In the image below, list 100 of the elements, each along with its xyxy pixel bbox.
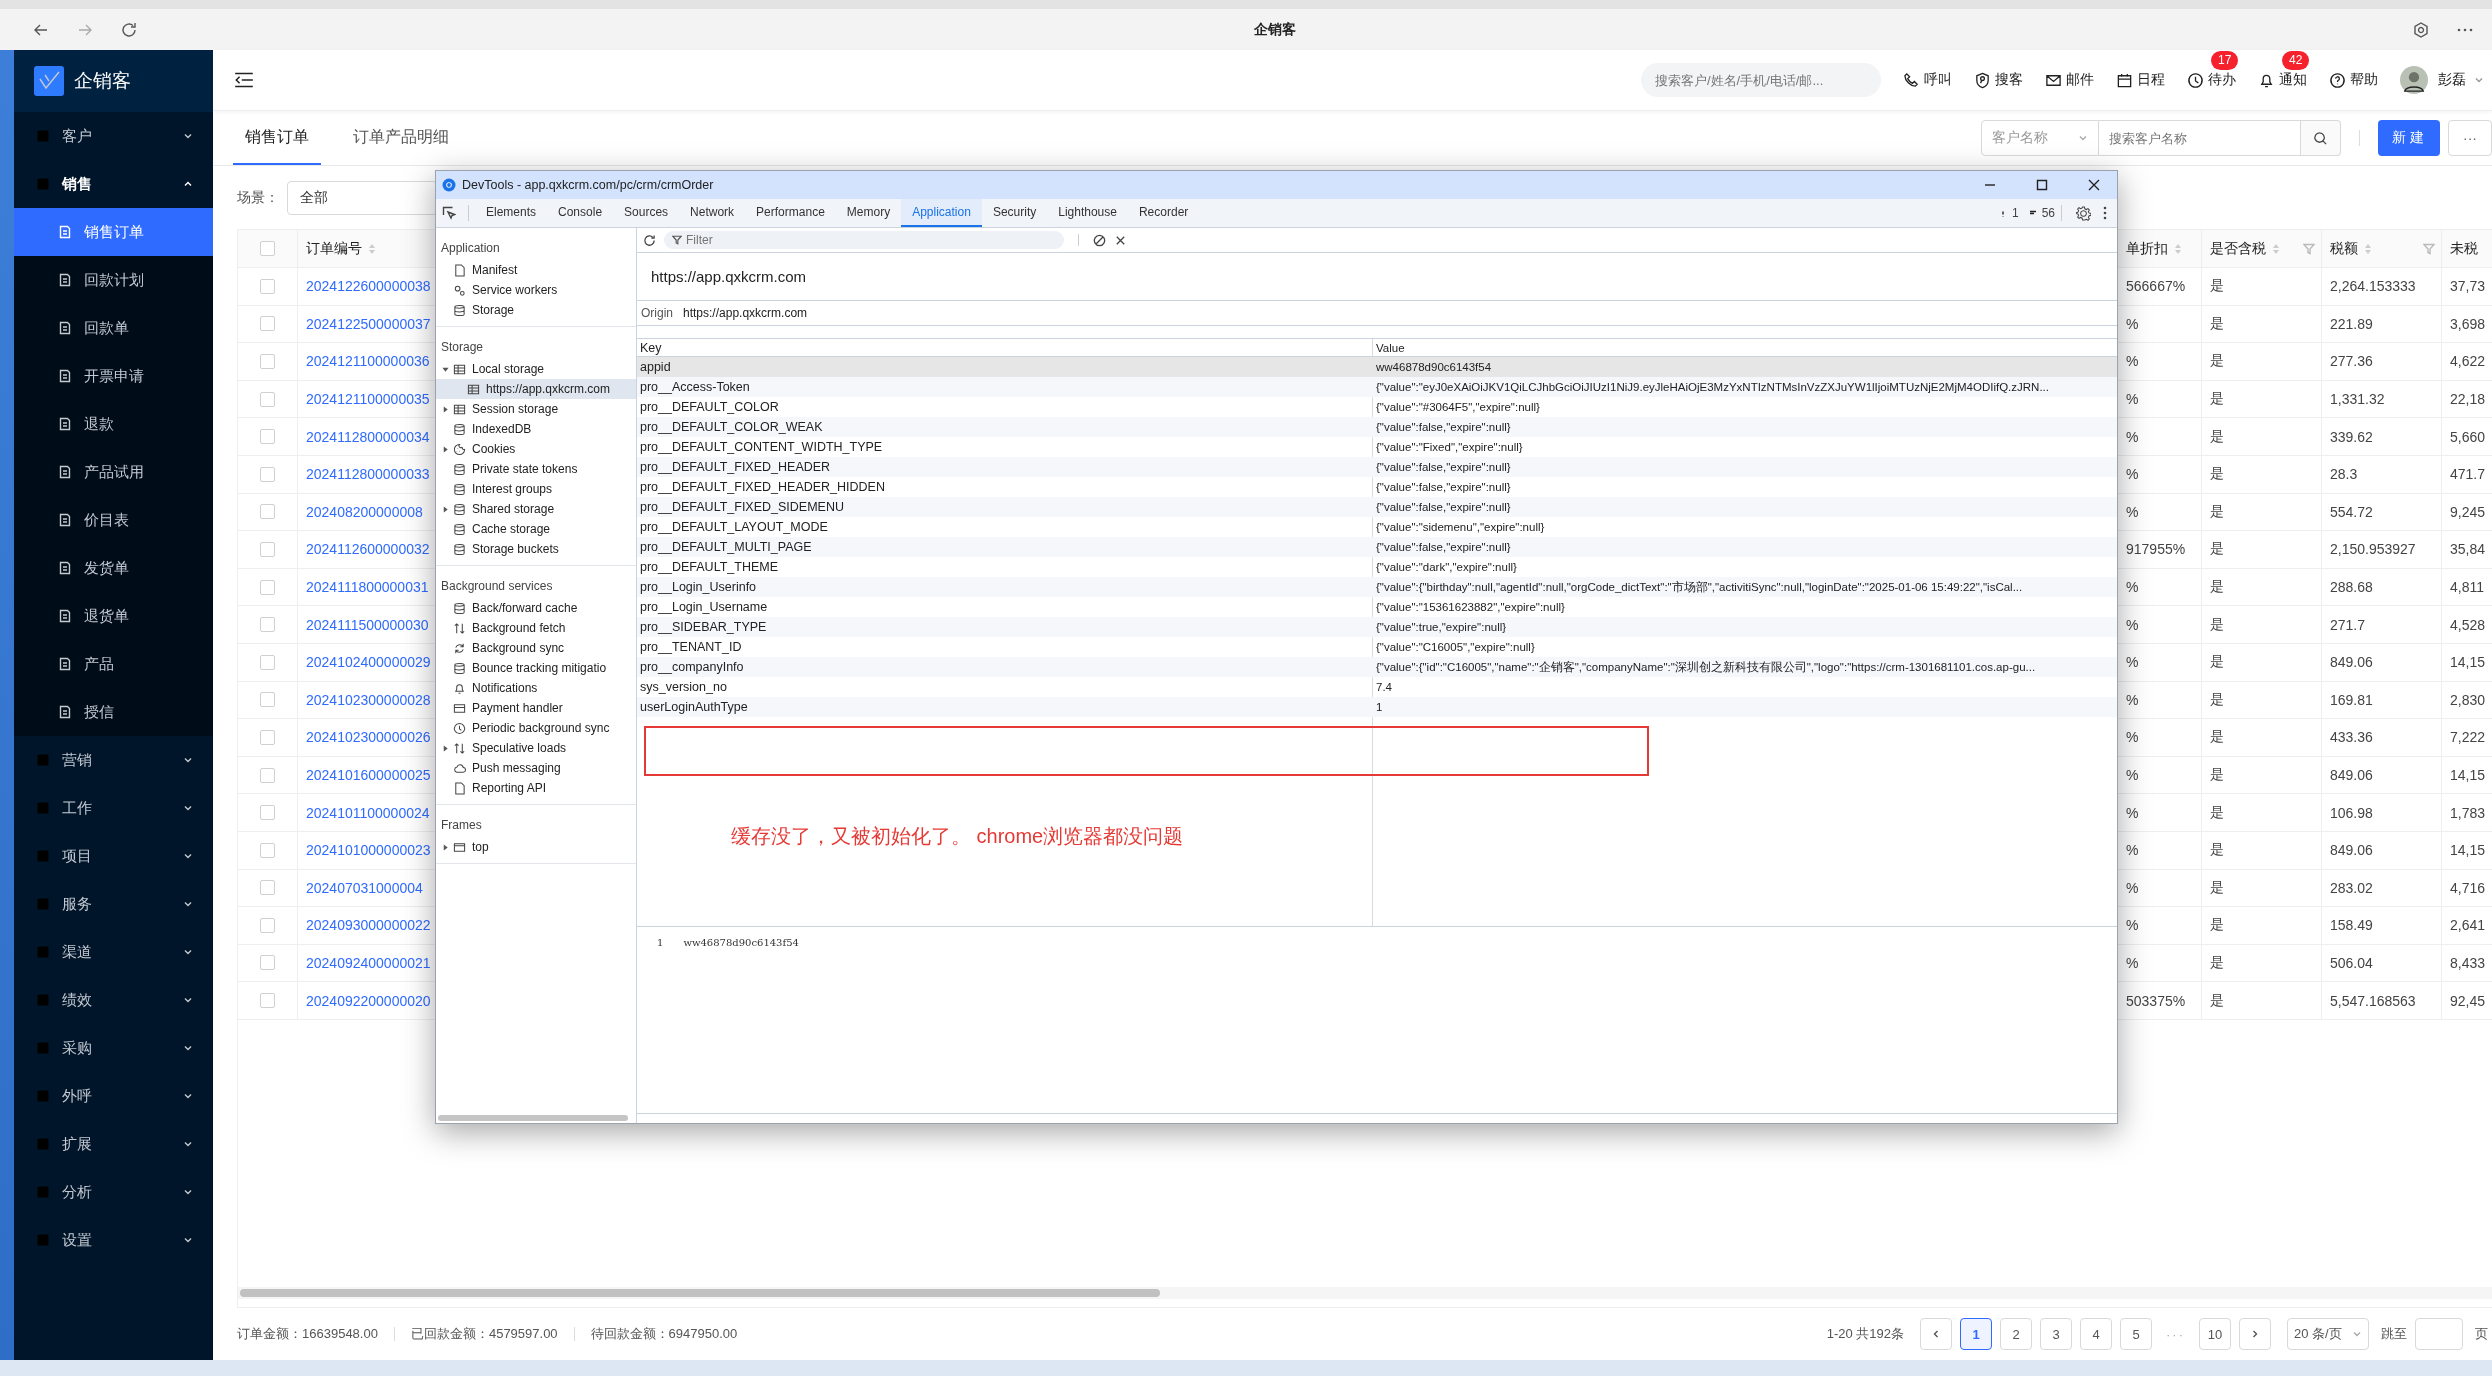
- storage-row[interactable]: appid ww46878d90c6143f54: [637, 357, 2117, 377]
- page-button[interactable]: 1: [1960, 1318, 1992, 1350]
- storage-row[interactable]: pro__Login_Userinfo {"value":{"birthday":null,"agentId":null,"orgCode_dictText":"市场部","activitiSync":null,"loginDate":"2025-01-06 15:49:22","isCal...: [637, 577, 2117, 597]
- reload-icon[interactable]: [120, 20, 138, 39]
- tab[interactable]: 订单产品明细: [341, 111, 461, 165]
- row-checkbox[interactable]: [260, 316, 275, 332]
- search-field[interactable]: 搜索客户名称: [2099, 120, 2301, 156]
- submenu-item[interactable]: 开票申请: [14, 352, 213, 400]
- row-checkbox[interactable]: [260, 955, 275, 971]
- tree-item[interactable]: Storage: [436, 300, 636, 320]
- storage-row[interactable]: pro__Login_Username {"value":"15361623882","expire":null}: [637, 597, 2117, 617]
- row-checkbox[interactable]: [260, 391, 275, 407]
- tree-item[interactable]: Notifications: [436, 678, 636, 698]
- storage-row[interactable]: pro__DEFAULT_FIXED_SIDEMENU {"value":false,"expire":null}: [637, 497, 2117, 517]
- storage-row[interactable]: pro__TENANT_ID {"value":"C16005","expire":null}: [637, 637, 2117, 657]
- storage-row[interactable]: pro__DEFAULT_COLOR {"value":"#3064F5","expire":null}: [637, 397, 2117, 417]
- order-link[interactable]: 2024101100000024: [306, 804, 430, 821]
- page-button[interactable]: 4: [2080, 1318, 2112, 1350]
- tree-item[interactable]: Storage buckets: [436, 539, 636, 559]
- storage-row[interactable]: sys_version_no 7.4: [637, 677, 2117, 697]
- avatar-icon[interactable]: [2400, 66, 2428, 94]
- expand-arrow-icon[interactable]: [442, 365, 449, 373]
- toolbar-button[interactable]: 邮件: [2045, 71, 2094, 89]
- tree-item[interactable]: https://app.qxkcrm.com: [436, 379, 636, 399]
- menu-item[interactable]: 扩展: [14, 1120, 213, 1168]
- search-field[interactable]: 搜索客户/姓名/手机/电话/邮...: [1641, 63, 1881, 97]
- row-checkbox[interactable]: [260, 579, 275, 595]
- storage-row[interactable]: pro__DEFAULT_CONTENT_WIDTH_TYPE {"value":"Fixed","expire":null}: [637, 437, 2117, 457]
- tree-item[interactable]: Background fetch: [436, 618, 636, 638]
- toolbar-button[interactable]: 搜客: [1974, 71, 2023, 89]
- submenu-item[interactable]: 产品: [14, 640, 213, 688]
- panel-tab[interactable]: Performance: [745, 199, 836, 227]
- panel-tab[interactable]: Console: [547, 199, 614, 227]
- menu-item[interactable]: 工作: [14, 784, 213, 832]
- order-link[interactable]: 202408200000008: [306, 503, 423, 520]
- order-link[interactable]: 2024122500000037: [306, 315, 431, 332]
- tree-item[interactable]: IndexedDB: [436, 419, 636, 439]
- submenu-item[interactable]: 授信: [14, 688, 213, 736]
- menu-item[interactable]: 分析: [14, 1168, 213, 1216]
- tree-item[interactable]: Private state tokens: [436, 459, 636, 479]
- row-checkbox[interactable]: [260, 993, 275, 1009]
- toolbar-button[interactable]: 帮助: [2329, 71, 2378, 89]
- tree-item[interactable]: Cache storage: [436, 519, 636, 539]
- page-jump-field[interactable]: [2415, 1318, 2463, 1350]
- page-button[interactable]: 5: [2120, 1318, 2152, 1350]
- submenu-item[interactable]: 销售订单: [14, 208, 213, 256]
- column-header[interactable]: 订单编号: [298, 230, 436, 268]
- order-link[interactable]: 2024112600000032: [306, 541, 430, 558]
- tree-item[interactable]: Payment handler: [436, 698, 636, 718]
- order-link[interactable]: 2024102300000026: [306, 729, 431, 746]
- menu-item[interactable]: 渠道: [14, 928, 213, 976]
- storage-row[interactable]: pro__DEFAULT_FIXED_HEADER_HIDDEN {"value":false,"expire":null}: [637, 477, 2117, 497]
- order-link[interactable]: 2024092400000021: [306, 955, 431, 971]
- row-checkbox[interactable]: [260, 880, 275, 896]
- menu-item[interactable]: 采购: [14, 1024, 213, 1072]
- column-header[interactable]: 税额: [2322, 230, 2442, 268]
- row-checkbox[interactable]: [260, 278, 275, 294]
- order-link[interactable]: 202407031000004: [306, 879, 423, 896]
- panel-tab[interactable]: Recorder: [1127, 199, 1200, 227]
- page-button[interactable]: 10: [2199, 1318, 2231, 1350]
- column-header[interactable]: 未税: [2442, 230, 2492, 268]
- panel-tab[interactable]: Sources: [613, 199, 680, 227]
- row-checkbox[interactable]: [260, 654, 275, 670]
- storage-row[interactable]: pro__SIDEBAR_TYPE {"value":true,"expire":null}: [637, 617, 2117, 637]
- storage-row[interactable]: pro__DEFAULT_COLOR_WEAK {"value":false,"expire":null}: [637, 417, 2117, 437]
- submenu-item[interactable]: 退款: [14, 400, 213, 448]
- menu-item[interactable]: 项目: [14, 832, 213, 880]
- column-header[interactable]: 单折扣: [2118, 230, 2202, 268]
- toolbar-button[interactable]: 日程: [2116, 71, 2165, 89]
- tree-item[interactable]: Manifest: [436, 260, 636, 280]
- filter-icon[interactable]: [2423, 242, 2435, 255]
- tree-item[interactable]: Bounce tracking mitigatio: [436, 658, 636, 678]
- menu-item[interactable]: 设置: [14, 1216, 213, 1264]
- tree-item[interactable]: Push messaging: [436, 758, 636, 778]
- storage-row[interactable]: pro__DEFAULT_THEME {"value":"dark","expire":null}: [637, 557, 2117, 577]
- submenu-item[interactable]: 价目表: [14, 496, 213, 544]
- tab[interactable]: 销售订单: [233, 111, 321, 165]
- settings-icon[interactable]: [2076, 205, 2091, 221]
- panel-tab[interactable]: Application: [901, 199, 982, 227]
- submenu-item[interactable]: 退货单: [14, 592, 213, 640]
- panel-tab[interactable]: Network: [679, 199, 746, 227]
- page-button[interactable]: 2: [2000, 1318, 2032, 1350]
- tree-item[interactable]: Background sync: [436, 638, 636, 658]
- row-checkbox[interactable]: [260, 729, 275, 745]
- tree-item[interactable]: Interest groups: [436, 479, 636, 499]
- order-link[interactable]: 2024122600000038: [306, 278, 431, 295]
- select-all-checkbox[interactable]: [260, 241, 275, 256]
- order-link[interactable]: 2024111800000031: [306, 579, 429, 596]
- expand-arrow-icon[interactable]: [442, 505, 449, 513]
- page-button[interactable]: 3: [2040, 1318, 2072, 1350]
- scrollbar[interactable]: [238, 1287, 2492, 1299]
- warning-count[interactable]: 1: [2011, 206, 2019, 220]
- panel-tab[interactable]: Elements: [475, 199, 548, 227]
- tree-item[interactable]: Periodic background sync: [436, 718, 636, 738]
- order-link[interactable]: 2024121100000036: [306, 353, 430, 370]
- row-checkbox[interactable]: [260, 504, 275, 520]
- panel-tab[interactable]: Memory: [835, 199, 902, 227]
- row-checkbox[interactable]: [260, 617, 275, 633]
- order-link[interactable]: 2024092200000020: [306, 992, 431, 1009]
- more-button[interactable]: ···: [2448, 120, 2492, 156]
